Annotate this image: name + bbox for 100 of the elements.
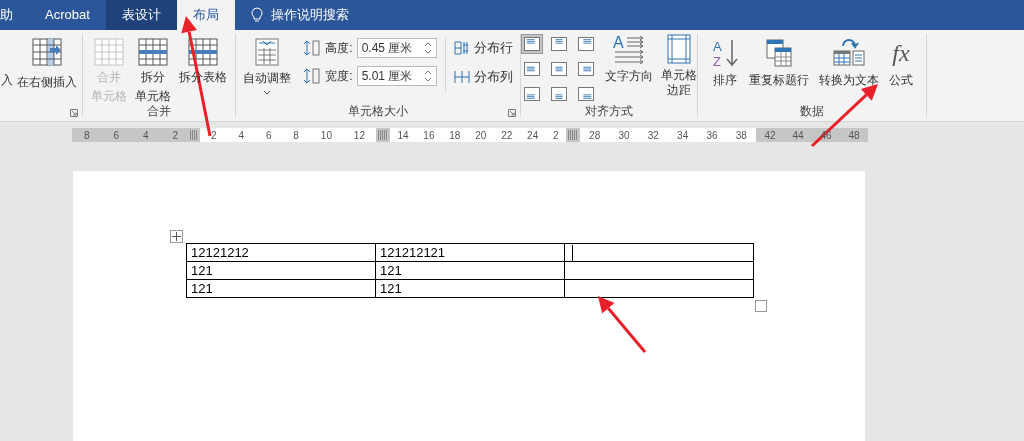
row-height-icon	[303, 40, 322, 56]
alignment-button[interactable]	[521, 84, 543, 104]
alignment-button[interactable]	[521, 34, 543, 54]
insert-column-icon	[32, 38, 62, 66]
distribute-columns-button[interactable]: 分布列	[453, 68, 513, 86]
alignment-icon	[551, 37, 567, 51]
resize-handle-icon[interactable]	[755, 300, 767, 312]
ruler-number: 4	[238, 128, 244, 143]
alignment-icon	[524, 62, 540, 76]
table-cell: 121212121	[375, 243, 565, 262]
ruler-number: 22	[501, 128, 513, 143]
ribbon-tab[interactable]: 表设计	[105, 0, 177, 30]
ruler-number: 32	[647, 128, 659, 143]
text-direction-button[interactable]: A 文字方向	[605, 34, 653, 84]
group-label: 数据	[800, 105, 824, 117]
cell-margins-icon	[667, 34, 691, 64]
row-height-icon	[303, 68, 322, 84]
cell-margins-button[interactable]: 单元格 边距	[661, 34, 697, 98]
column-marker-icon[interactable]	[378, 130, 388, 140]
ruler-number: 6	[265, 128, 272, 143]
tell-me-search[interactable]: 操作说明搜索	[234, 0, 349, 30]
alignment-button[interactable]	[575, 59, 597, 79]
column-marker-icon[interactable]	[568, 130, 578, 140]
field-label: 高度:	[325, 40, 353, 56]
alignment-button[interactable]	[548, 84, 570, 104]
ribbon-button[interactable]: 拆分 单元格	[135, 38, 171, 104]
table-cell: 121	[375, 261, 565, 280]
ribbon-tab[interactable]: Acrobat	[29, 0, 106, 30]
ruler-number: 20	[475, 128, 487, 143]
table-cell: 121	[186, 279, 376, 298]
merge-cells-icon	[94, 38, 124, 66]
ruler-number: 2	[210, 128, 217, 143]
spin-field[interactable]: 0.45 厘米	[356, 38, 437, 58]
split-cells-icon	[138, 38, 168, 66]
ribbon-tab[interactable]: 布局	[176, 0, 235, 30]
ruler-number: 42	[764, 128, 776, 143]
alignment-button[interactable]	[548, 59, 570, 79]
ruler-number: 36	[706, 128, 718, 143]
lightbulb-icon	[250, 7, 263, 23]
ruler-number: 44	[792, 128, 804, 143]
alignment-icon	[578, 62, 594, 76]
ruler-number: 24	[527, 128, 539, 143]
alignment-icon	[524, 87, 540, 101]
dialog-launcher-icon[interactable]	[508, 109, 516, 117]
formula-icon: fx	[892, 41, 910, 65]
group-label: 单元格大小	[348, 105, 408, 117]
spin-field[interactable]: 5.01 厘米	[356, 66, 437, 86]
ribbon-button[interactable]: fx 公式	[888, 38, 914, 88]
distribute-rows-icon	[453, 40, 470, 55]
ribbon-button[interactable]: 重复标题行	[748, 38, 810, 88]
alignment-icon	[524, 37, 540, 51]
caret-icon	[263, 90, 272, 95]
ruler-number: 28	[589, 128, 601, 143]
table-cell: 121	[375, 279, 565, 298]
autofit-icon	[255, 38, 280, 66]
table-cell: 12121212	[186, 243, 376, 262]
ribbon-button[interactable]: A Z 排序	[710, 38, 740, 88]
ruler-number: 6	[113, 128, 120, 143]
ribbon-button[interactable]: 转换为文本	[818, 38, 880, 88]
ruler-number: 8	[83, 128, 90, 143]
ruler-number: 2	[553, 128, 559, 143]
alignment-icon	[551, 87, 567, 101]
ruler-number: 30	[618, 128, 630, 143]
alignment-icon	[578, 87, 594, 101]
table-to-text-icon	[833, 38, 865, 68]
ruler-number: 18	[449, 128, 461, 143]
ruler-number: 16	[423, 128, 435, 143]
alignment-button[interactable]	[548, 34, 570, 54]
ruler-number: 4	[142, 128, 149, 143]
ruler-number: 38	[735, 128, 747, 143]
alignment-button[interactable]	[575, 84, 597, 104]
split-table-icon	[188, 38, 218, 66]
insert-right-button[interactable]: 在右侧插入	[13, 38, 81, 90]
ribbon-tab[interactable]: 助	[0, 0, 29, 30]
group-label: 合并	[147, 105, 171, 117]
alignment-icon	[578, 37, 594, 51]
ruler-number: 34	[677, 128, 689, 143]
autofit-button[interactable]: 自动调整	[243, 38, 292, 95]
ruler-number: 8	[293, 128, 299, 143]
column-marker-icon[interactable]	[190, 130, 198, 140]
table-cell: 121	[186, 261, 376, 280]
alignment-button[interactable]	[521, 59, 543, 79]
ruler-number: 2	[172, 128, 179, 143]
ribbon-button[interactable]: 入	[1, 72, 13, 88]
repeat-rows-icon	[765, 38, 793, 68]
annotation-arrow	[598, 296, 647, 353]
alignment-icon	[551, 62, 567, 76]
ruler-number: 12	[353, 128, 365, 143]
distribute-columns-icon	[453, 70, 470, 84]
group-label: 对齐方式	[585, 105, 633, 117]
ruler-number: 48	[848, 128, 860, 143]
ruler-number: 10	[320, 128, 332, 143]
table-move-handle-icon[interactable]	[170, 230, 183, 243]
ruler-number: 14	[397, 128, 409, 143]
dialog-launcher-icon[interactable]	[70, 109, 78, 117]
field-label: 宽度:	[325, 68, 353, 84]
spin-arrows-icon	[423, 69, 432, 83]
distribute-rows-button[interactable]: 分布行	[453, 39, 513, 57]
spin-arrows-icon	[423, 41, 432, 55]
alignment-button[interactable]	[575, 34, 597, 54]
